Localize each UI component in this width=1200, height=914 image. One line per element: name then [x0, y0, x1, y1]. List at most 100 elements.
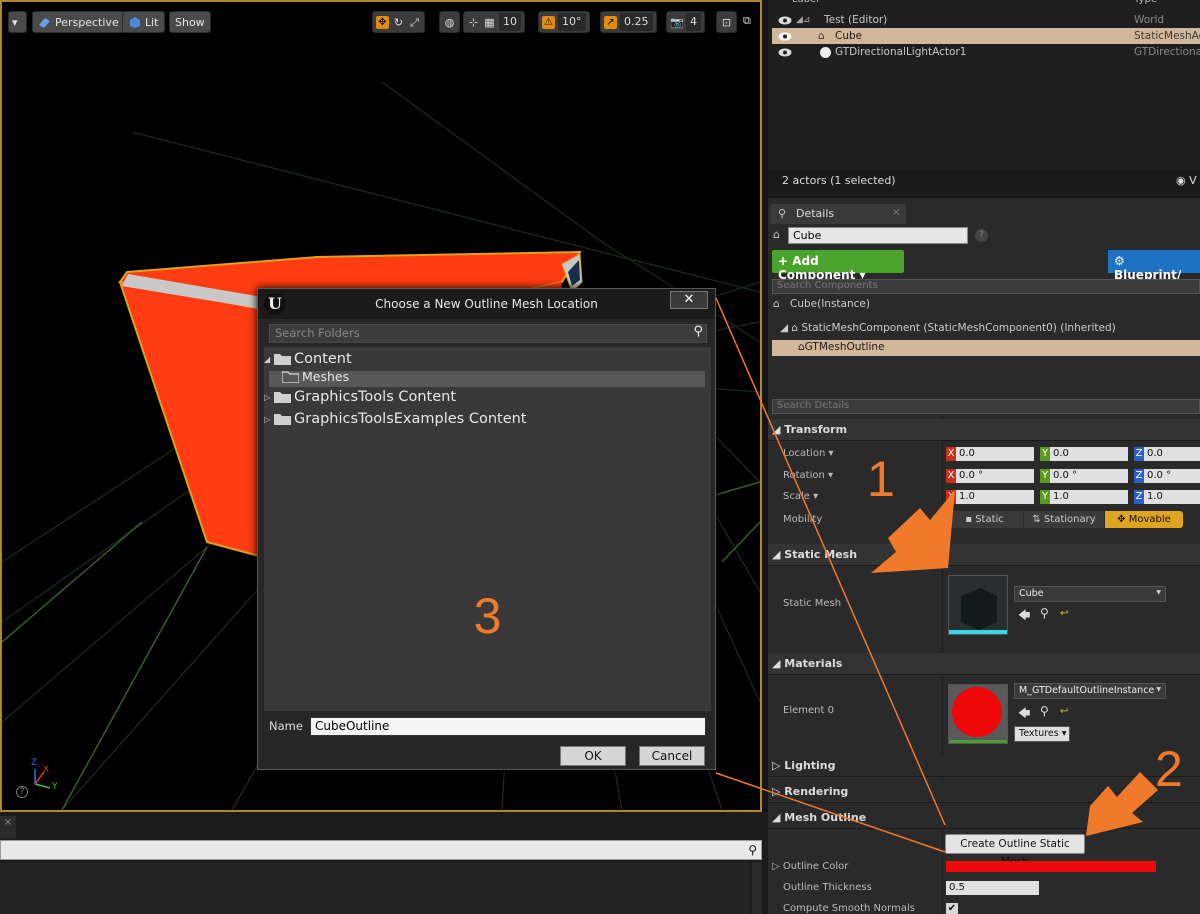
scale-icon[interactable]: ⤢ [408, 16, 421, 29]
scale-z-field[interactable]: Z 1.0 [1134, 490, 1200, 504]
rotation-y-field[interactable]: Y 0.0 ° [1040, 469, 1128, 483]
name-label: Name [269, 719, 303, 733]
details-tab[interactable]: ⚲ Details × [770, 204, 906, 224]
rotation-snap-value[interactable]: 10° [558, 13, 586, 31]
visibility-eye-icon[interactable] [778, 32, 792, 41]
collapsed-triangle-icon[interactable]: ▷ [264, 393, 272, 402]
reset-icon[interactable]: ↩ [1060, 608, 1068, 619]
scale-y-field[interactable]: Y 1.0 [1040, 490, 1128, 504]
rotation-label[interactable]: Rotation ▾ [783, 470, 833, 481]
search-details-input[interactable]: Search Details [772, 399, 1200, 414]
location-y-field[interactable]: Y 0.0 [1040, 447, 1128, 461]
textures-button[interactable]: Textures ▾ [1014, 726, 1070, 742]
perspective-button[interactable]: Perspective [32, 11, 125, 33]
mesh-name-input[interactable]: CubeOutline [310, 717, 706, 736]
tree-node-meshes[interactable]: Meshes [280, 369, 349, 384]
static-mesh-actor-icon: ⌂ [818, 30, 825, 42]
material-thumbnail[interactable] [948, 684, 1008, 744]
label-column-header[interactable]: Label [792, 0, 819, 8]
camera-speed-group[interactable]: 📷 4 [666, 11, 705, 33]
scale-label[interactable]: Scale ▾ [783, 491, 818, 502]
grid-snap-group[interactable]: ⊹ ▦ 10 [463, 11, 525, 33]
rotation-z-field[interactable]: Z 0.0 ° [1134, 469, 1200, 483]
visibility-eye-icon[interactable] [778, 16, 792, 25]
outliner-row-light[interactable]: GTDirectionalLightActor1 GTDirectional [772, 44, 1200, 60]
camera-speed-value[interactable]: 4 [686, 13, 701, 31]
tree-node-content[interactable]: ◢ Content [264, 351, 352, 367]
blueprint-button[interactable]: ⚙ Blueprint/ [1108, 250, 1200, 282]
create-outline-static-mesh-button[interactable]: Create Outline Static Mesh [945, 834, 1085, 868]
outline-color-label[interactable]: ▷ Outline Color [772, 861, 848, 872]
tree-node-graphicstoolsexamples[interactable]: ▷ GraphicsToolsExamples Content [264, 411, 527, 427]
lit-button[interactable]: Lit [122, 11, 165, 33]
expand-triangle-icon[interactable]: ◢ [264, 355, 272, 364]
surface-snap-icon[interactable]: ⊹ [467, 16, 480, 29]
viewport-options-button[interactable]: ▾ [8, 11, 27, 33]
scale-snap-group[interactable]: ↗ 0.25 [600, 11, 657, 33]
rotate-icon[interactable]: ↻ [392, 16, 405, 29]
material-combo[interactable]: M_GTDefaultOutlineInstance ▾ [1014, 683, 1166, 699]
maximize-viewport-button[interactable]: ⊡ [716, 11, 737, 33]
help-icon[interactable]: ? [975, 229, 988, 242]
use-selected-arrow-icon[interactable]: 🡄 [1018, 606, 1030, 627]
component-selected-row[interactable]: ⌂GTMeshOutline [772, 340, 1200, 356]
panel-search-input[interactable]: ⚲ [0, 840, 762, 860]
tab-close-icon[interactable]: × [4, 817, 12, 828]
restore-window-icon[interactable]: ⧉ [743, 14, 751, 28]
world-local-toggle[interactable]: ◍ [439, 11, 460, 33]
use-selected-arrow-icon[interactable]: 🡄 [1018, 704, 1030, 725]
tree-node-graphicstools[interactable]: ▷ GraphicsTools Content [264, 389, 456, 405]
outline-thickness-field[interactable]: 0.5 [946, 881, 1039, 895]
location-x-field[interactable]: X 0.0 [946, 447, 1034, 461]
rotation-x-field[interactable]: X 0.0 ° [946, 469, 1034, 483]
outline-color-swatch[interactable] [946, 861, 1156, 872]
actor-name-field[interactable]: Cube [788, 227, 968, 244]
translate-icon[interactable]: ✥ [376, 15, 389, 29]
search-folders-input[interactable]: Search Folders ⚲ [269, 324, 707, 343]
mobility-static[interactable]: ▪ Static [946, 511, 1023, 528]
type-column-header[interactable]: Type [1134, 0, 1157, 8]
ok-button[interactable]: OK [560, 746, 626, 766]
rotation-snap-group[interactable]: ⚠ 10° [538, 11, 590, 33]
panel-scrollbar[interactable] [752, 862, 762, 914]
collapsed-triangle-icon[interactable]: ▷ [264, 415, 272, 424]
outliner-row-cube[interactable]: ⌂ Cube StaticMeshAc [772, 28, 1200, 44]
compute-smooth-normals-checkbox[interactable]: ✔ [946, 903, 958, 914]
location-z-field[interactable]: Z 0.0 [1134, 447, 1200, 461]
outliner-row-world[interactable]: ◢⊿ Test (Editor) World [772, 12, 1200, 28]
visibility-eye-icon[interactable] [778, 48, 792, 57]
browse-search-icon[interactable]: ⚲ [1040, 606, 1049, 620]
view-options-button[interactable]: ◉ V [1176, 174, 1197, 187]
outline-thickness-label: Outline Thickness [783, 882, 872, 893]
lighting-category[interactable]: ▷ Lighting [768, 755, 1200, 777]
tab-close-icon[interactable]: × [892, 207, 900, 218]
location-label[interactable]: Location ▾ [783, 448, 834, 459]
mobility-stationary[interactable]: ⇅ Stationary [1024, 511, 1104, 528]
world-outliner: Label Type ◢⊿ Test (Editor) World ⌂ Cube… [768, 0, 1200, 196]
add-component-button[interactable]: + Add Component ▾ [772, 250, 904, 282]
cancel-button[interactable]: Cancel [639, 746, 705, 766]
static-mesh-thumbnail[interactable] [948, 575, 1008, 635]
scale-snap-value[interactable]: 0.25 [620, 13, 653, 31]
static-mesh-category[interactable]: ◢ Static Mesh [768, 544, 1200, 566]
component-static-mesh[interactable]: ◢ ⌂ StaticMeshComponent (StaticMeshCompo… [780, 322, 1116, 334]
dialog-close-button[interactable]: ✕ [670, 291, 708, 309]
dialog-titlebar[interactable]: Choose a New Outline Mesh Location U ✕ [258, 289, 715, 319]
materials-category[interactable]: ◢ Materials [768, 653, 1200, 675]
help-icon[interactable]: ? [16, 786, 28, 798]
component-instance[interactable]: Cube(Instance) [790, 298, 870, 310]
mesh-outline-category[interactable]: ◢ Mesh Outline [768, 807, 1200, 829]
browse-search-icon[interactable]: ⚲ [1040, 704, 1049, 718]
scale-x-field[interactable]: X 1.0 [946, 490, 1034, 504]
transform-category[interactable]: ◢ Transform [768, 419, 1200, 441]
reset-icon[interactable]: ↩ [1060, 706, 1068, 717]
static-mesh-combo[interactable]: Cube ▾ [1014, 586, 1166, 602]
show-button[interactable]: Show [169, 11, 211, 33]
rendering-category[interactable]: ▷ Rendering [768, 781, 1200, 803]
perspective-icon [39, 17, 50, 28]
panel-tab[interactable]: × [0, 816, 16, 838]
grid-snap-value[interactable]: 10 [499, 13, 521, 31]
details-search-icon: ⚲ [778, 207, 787, 220]
search-components-input[interactable]: Search Components [772, 279, 1200, 294]
mobility-movable[interactable]: ✥ Movable [1105, 511, 1183, 528]
